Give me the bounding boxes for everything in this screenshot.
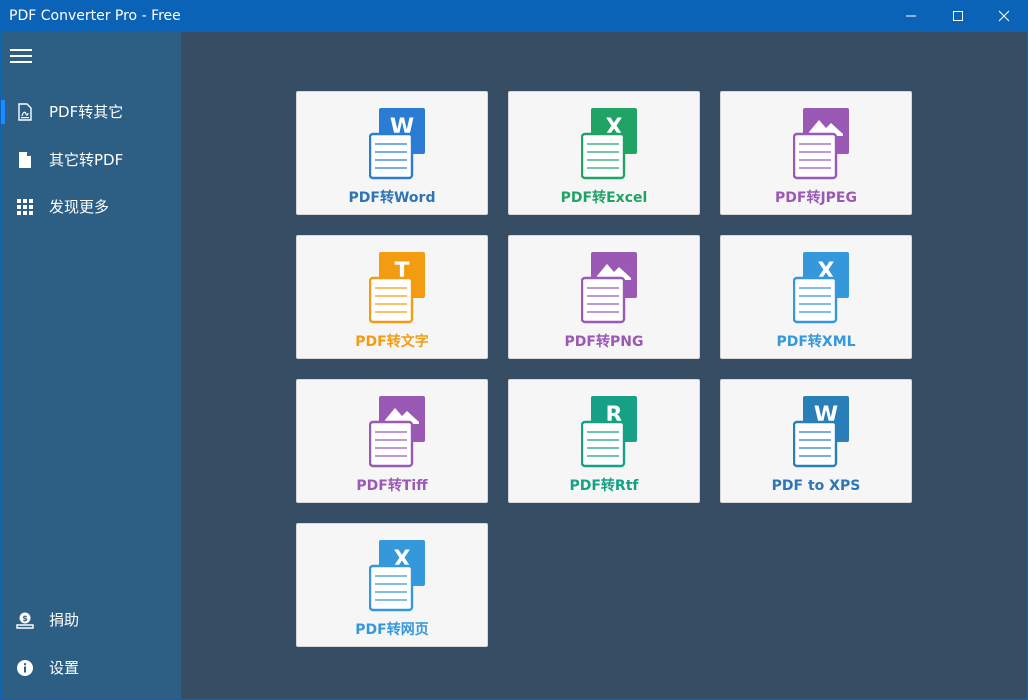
image-doc-icon	[793, 108, 849, 180]
hamburger-menu-icon[interactable]	[10, 46, 34, 66]
active-indicator	[1, 100, 5, 124]
donate-icon: $	[16, 612, 34, 629]
sidebar-item-discover-more[interactable]: 发现更多	[1, 187, 181, 227]
converter-tile-label: PDF转Tiff	[356, 478, 428, 494]
converter-tile[interactable]: X PDF转Excel	[508, 91, 700, 215]
pdf-file-icon	[18, 103, 32, 121]
title-bar: PDF Converter Pro - Free	[0, 0, 1028, 32]
converter-tile-label: PDF转Excel	[560, 190, 648, 206]
minimize-icon	[906, 15, 916, 17]
grid-icon	[17, 199, 33, 215]
converter-tile[interactable]: T PDF转文字	[296, 235, 488, 359]
sidebar-item-other-to-pdf[interactable]: 其它转PDF	[1, 140, 181, 180]
sidebar-item-label: PDF转其它	[49, 103, 124, 121]
svg-text:$: $	[22, 614, 28, 623]
word-doc-icon: W	[369, 108, 425, 180]
converter-tile-label: PDF转PNG	[564, 334, 644, 350]
file-icon	[19, 152, 31, 168]
text-doc-icon: T	[369, 252, 425, 324]
image-doc-icon	[581, 252, 637, 324]
sidebar-item-label: 发现更多	[49, 198, 110, 216]
image-doc-icon	[369, 396, 425, 468]
converter-tile-label: PDF转Rtf	[569, 478, 639, 494]
converter-tile[interactable]: X PDF转XML	[720, 235, 912, 359]
maximize-button[interactable]	[935, 0, 981, 32]
html-doc-icon: X	[369, 540, 425, 612]
minimize-button[interactable]	[888, 0, 934, 32]
converter-tile[interactable]: PDF转Tiff	[296, 379, 488, 503]
converter-tile[interactable]: W PDF转Word	[296, 91, 488, 215]
converter-tile-label: PDF转Word	[348, 190, 436, 206]
sidebar-item-donate[interactable]: $ 捐助	[1, 600, 181, 640]
converter-tile-label: PDF转JPEG	[775, 190, 857, 206]
xml-doc-icon: X	[793, 252, 849, 324]
sidebar-item-label: 捐助	[49, 611, 80, 629]
converter-tile-label: PDF转XML	[776, 334, 856, 350]
sidebar-item-label: 设置	[49, 659, 80, 677]
maximize-icon	[953, 11, 963, 21]
sidebar-item-settings[interactable]: 设置	[1, 648, 181, 688]
converter-tile-label: PDF转文字	[355, 334, 429, 350]
app-window: PDF Converter Pro - Free PDF转其它 其它转PDF 发…	[0, 0, 1028, 700]
converter-tile[interactable]: PDF转PNG	[508, 235, 700, 359]
converter-tile-label: PDF to XPS	[771, 478, 861, 494]
sidebar-item-pdf-to-other[interactable]: PDF转其它	[1, 92, 181, 132]
main-content: W PDF转Word X PDF转Excel PDF转JPEG T PDF转文字 PDF转PN…	[181, 32, 1027, 699]
converter-tile[interactable]: R PDF转Rtf	[508, 379, 700, 503]
sidebar: PDF转其它 其它转PDF 发现更多 $ 捐助 设置	[1, 32, 181, 699]
window-title: PDF Converter Pro - Free	[9, 8, 181, 24]
close-button[interactable]	[981, 0, 1027, 32]
rtf-doc-icon: R	[581, 396, 637, 468]
converter-tile[interactable]: W PDF to XPS	[720, 379, 912, 503]
converter-tile-label: PDF转网页	[355, 622, 429, 638]
info-icon	[17, 660, 33, 676]
excel-doc-icon: X	[581, 108, 637, 180]
close-icon	[998, 10, 1010, 22]
xps-doc-icon: W	[793, 396, 849, 468]
converter-tile[interactable]: PDF转JPEG	[720, 91, 912, 215]
converter-tile[interactable]: X PDF转网页	[296, 523, 488, 647]
sidebar-item-label: 其它转PDF	[49, 151, 124, 169]
